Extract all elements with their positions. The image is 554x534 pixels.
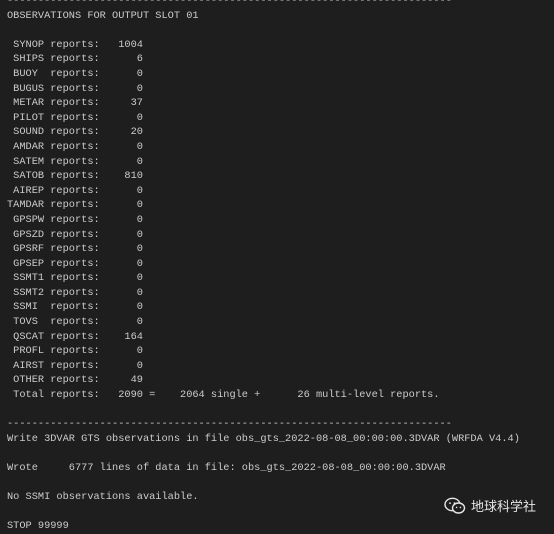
terminal-line: AMDAR reports: 0 <box>7 140 143 153</box>
watermark-text: 地球科学社 <box>470 500 536 515</box>
terminal-line: TAMDAR reports: 0 <box>7 199 143 212</box>
terminal-line: PROFL reports: 0 <box>7 345 143 358</box>
terminal-line: QSCAT reports: 164 <box>7 330 143 343</box>
watermark: 地球科学社 <box>444 496 536 515</box>
terminal-line: GPSPW reports: 0 <box>7 213 143 226</box>
terminal-line: OTHER reports: 49 <box>7 374 143 387</box>
terminal-line: OBSERVATIONS FOR OUTPUT SLOT 01 <box>7 9 199 22</box>
terminal-line: AIRST reports: 0 <box>7 359 143 372</box>
terminal-line: GPSZD reports: 0 <box>7 228 143 241</box>
terminal-line: SATEM reports: 0 <box>7 155 143 168</box>
terminal-line: SSMI reports: 0 <box>7 301 143 314</box>
terminal-line: ----------------------------------------… <box>7 0 452 7</box>
terminal-line: GPSEP reports: 0 <box>7 257 143 270</box>
terminal-output: ----------------------------------------… <box>7 0 520 534</box>
terminal-line: PILOT reports: 0 <box>7 111 143 124</box>
terminal-line: Write 3DVAR GTS observations in file obs… <box>7 432 520 445</box>
terminal-line: STOP 99999 <box>7 520 69 533</box>
terminal-line: TOVS reports: 0 <box>7 316 143 329</box>
terminal-line: SSMT1 reports: 0 <box>7 272 143 285</box>
terminal-line: SATOB reports: 810 <box>7 170 143 183</box>
terminal-line: SSMT2 reports: 0 <box>7 286 143 299</box>
terminal-line: SOUND reports: 20 <box>7 126 143 139</box>
terminal-line: METAR reports: 37 <box>7 97 143 110</box>
terminal-line: GPSRF reports: 0 <box>7 243 143 256</box>
terminal-line: Wrote 6777 lines of data in file: obs_gt… <box>7 462 446 474</box>
wechat-icon <box>444 497 466 514</box>
terminal-line: No SSMI observations available. <box>7 491 199 504</box>
terminal-line: Total reports: 2090 = 2064 single + 26 m… <box>7 389 440 402</box>
terminal-line: SHIPS reports: 6 <box>7 53 143 66</box>
terminal-line: AIREP reports: 0 <box>7 184 143 197</box>
terminal-line: ----------------------------------------… <box>7 418 452 431</box>
terminal-line: BUOY reports: 0 <box>7 67 143 80</box>
terminal-line: SYNOP reports: 1004 <box>7 38 143 51</box>
terminal-line: BUGUS reports: 0 <box>7 82 143 95</box>
